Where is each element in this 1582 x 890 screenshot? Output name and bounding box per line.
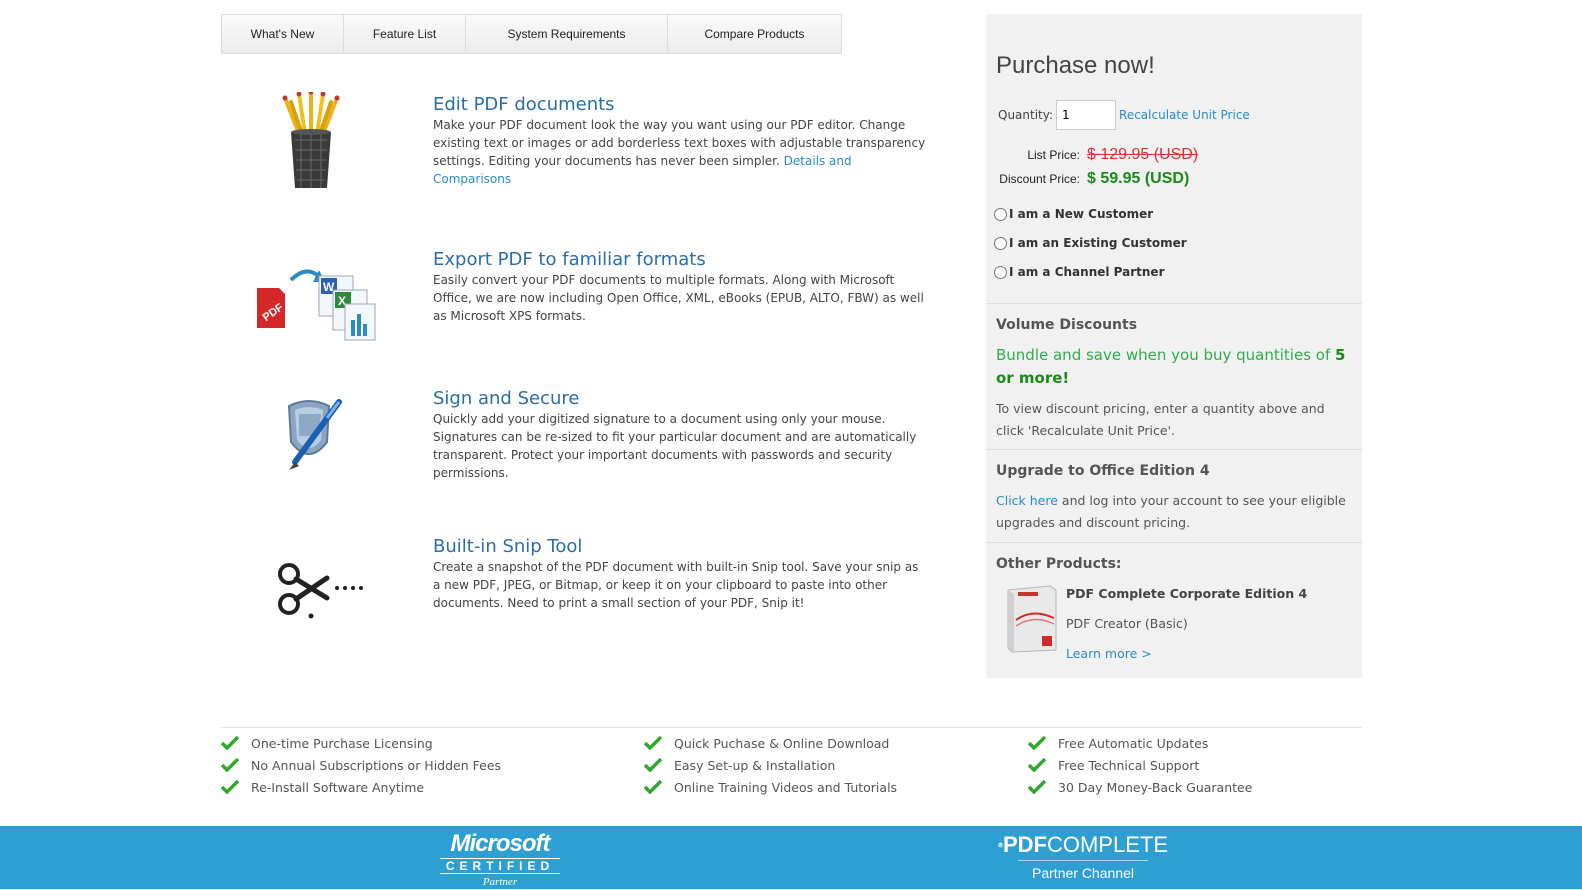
quantity-row: Quantity: Recalculate Unit Price [998, 100, 1250, 130]
check-icon [644, 758, 674, 772]
feature-description: Quickly add your digitized signature to … [433, 412, 917, 480]
purchase-heading: Purchase now! [996, 52, 1155, 79]
benefit-item: Quick Puchase & Online Download [644, 732, 897, 754]
discount-price-value: $ 59.95 (USD) [1087, 170, 1190, 187]
radio-label: I am an Existing Customer [1009, 236, 1187, 250]
microsoft-certified-partner-logo: Microsoft CERTIFIED Partner [440, 832, 560, 890]
quantity-input[interactable] [1056, 100, 1117, 130]
tab-whats-new[interactable]: What's New [222, 15, 344, 53]
radio-button[interactable] [994, 265, 1007, 279]
benefit-item: Free Automatic Updates [1028, 732, 1252, 754]
radio-existing-customer[interactable]: I am an Existing Customer [994, 236, 1187, 250]
divider [986, 303, 1362, 304]
product-subtitle: PDF Creator (Basic) [1066, 616, 1188, 631]
list-price-label: List Price: [1027, 148, 1080, 162]
feature-title: Built-in Snip Tool [433, 536, 583, 557]
benefit-item: No Annual Subscriptions or Hidden Fees [221, 754, 501, 776]
upgrade-title: Upgrade to Office Edition 4 [996, 463, 1210, 479]
check-icon [644, 780, 674, 794]
check-icon [1028, 736, 1058, 750]
benefit-item: One-time Purchase Licensing [221, 732, 501, 754]
discount-price-label: Discount Price: [999, 172, 1080, 186]
radio-new-customer[interactable]: I am a New Customer [994, 207, 1153, 221]
pdf-complete-partner-logo: PDF COMPLETE Partner Channel [998, 832, 1168, 885]
list-price-row: List Price: $ 129.95 (USD) [986, 146, 1198, 164]
discount-price-row: Discount Price: $ 59.95 (USD) [986, 170, 1189, 188]
feature-description: Make your PDF document look the way you … [433, 118, 926, 186]
benefit-item: Free Technical Support [1028, 754, 1252, 776]
check-icon [1028, 780, 1058, 794]
radio-button[interactable] [994, 236, 1007, 250]
feature-description: Easily convert your PDF documents to mul… [433, 273, 924, 323]
check-icon [1028, 758, 1058, 772]
feature-description: Create a snapshot of the PDF document wi… [433, 560, 919, 610]
radio-label: I am a Channel Partner [1009, 265, 1165, 279]
scissors-icon [241, 554, 381, 664]
radio-label: I am a New Customer [1009, 207, 1154, 221]
divider [986, 542, 1362, 543]
radio-button[interactable] [994, 207, 1007, 221]
pdf-export-icon: PDF W X [241, 262, 381, 372]
tab-system-requirements[interactable]: System Requirements [466, 15, 668, 53]
divider [986, 449, 1362, 450]
product-title: PDF Complete Corporate Edition 4 [1066, 586, 1308, 601]
product-box-image [1004, 584, 1060, 654]
footer-bar: Microsoft CERTIFIED Partner PDF COMPLETE … [0, 826, 1582, 889]
click-here-link[interactable]: Click here [996, 493, 1058, 508]
pencil-cup-icon [241, 89, 381, 202]
check-icon [644, 736, 674, 750]
check-icon [221, 736, 251, 750]
benefit-item: 30 Day Money-Back Guarantee [1028, 776, 1252, 798]
product-tabs: What's New Feature List System Requireme… [221, 14, 842, 54]
check-icon [221, 758, 251, 772]
purchase-panel: Purchase now! Quantity: Recalculate Unit… [986, 14, 1362, 678]
quantity-label: Quantity: [998, 108, 1054, 122]
feature-title: Sign and Secure [433, 388, 580, 409]
volume-note: To view discount pricing, enter a quanti… [996, 401, 1325, 438]
other-products-title: Other Products: [996, 556, 1122, 572]
bundle-text: Bundle and save when you buy quantities … [996, 346, 1346, 387]
feature-title: Export PDF to familiar formats [433, 249, 706, 270]
benefit-item: Re-Install Software Anytime [221, 776, 501, 798]
volume-discounts-title: Volume Discounts [996, 317, 1138, 333]
feature-title: Edit PDF documents [433, 94, 615, 115]
upgrade-text: Click here and log into your account to … [996, 493, 1346, 530]
list-price-value: $ 129.95 (USD) [1087, 146, 1199, 163]
benefits-column-3: Free Automatic Updates Free Technical Su… [1028, 732, 1252, 798]
check-icon [221, 780, 251, 794]
learn-more-link[interactable]: Learn more > [1066, 646, 1152, 661]
recalculate-link[interactable]: Recalculate Unit Price [1119, 108, 1250, 122]
radio-channel-partner[interactable]: I am a Channel Partner [994, 265, 1164, 279]
tab-compare-products[interactable]: Compare Products [668, 15, 841, 53]
tab-feature-list[interactable]: Feature List [344, 15, 466, 53]
benefits-column-1: One-time Purchase Licensing No Annual Su… [221, 732, 501, 798]
shield-pen-icon [241, 396, 381, 506]
benefit-item: Easy Set-up & Installation [644, 754, 897, 776]
benefit-item: Online Training Videos and Tutorials [644, 776, 897, 798]
benefits-divider [221, 727, 1362, 728]
benefits-column-2: Quick Puchase & Online Download Easy Set… [644, 732, 897, 798]
